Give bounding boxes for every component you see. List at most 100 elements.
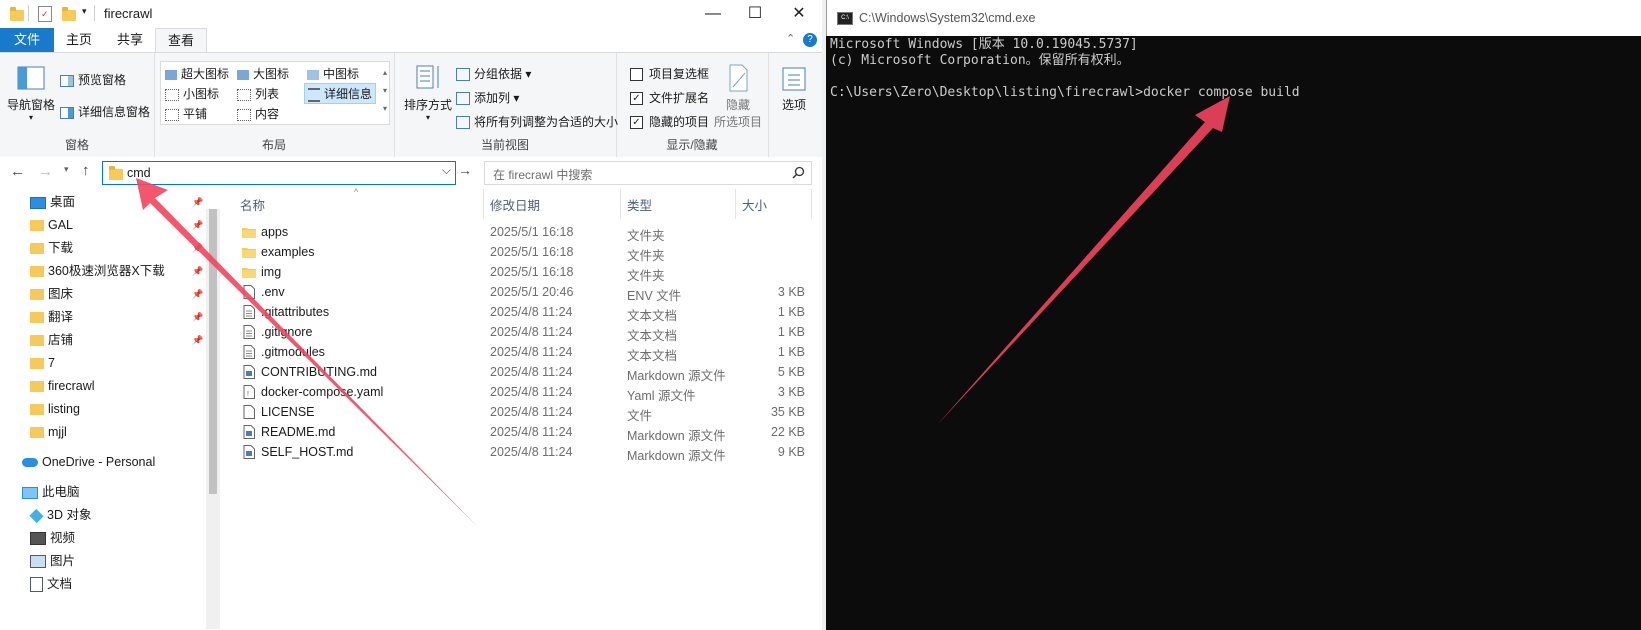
column-header-size[interactable]: 大小: [742, 195, 767, 214]
sidebar-item-videos[interactable]: 视频: [30, 527, 75, 549]
file-extensions-checkbox[interactable]: ✓: [630, 92, 643, 106]
nav-pane-button[interactable]: 导航窗格 ▾: [6, 65, 56, 122]
minimize-button[interactable]: —: [690, 0, 736, 28]
tab-home[interactable]: 主页: [54, 28, 104, 52]
table-row[interactable]: LICENSE 2025/4/8 11:24 文件 35 KB: [220, 402, 822, 423]
column-divider[interactable]: [811, 189, 812, 219]
sidebar-item-gal[interactable]: GAL 📌: [30, 214, 203, 236]
file-modified: 2025/4/8 11:24: [490, 445, 573, 459]
layout-medium-icons[interactable]: 中图标: [307, 65, 359, 82]
layout-list[interactable]: 列表: [237, 85, 279, 102]
tab-view[interactable]: 查看: [155, 28, 208, 53]
sidebar-item-360-downloads[interactable]: 360极速浏览器X下载 📌: [30, 260, 203, 282]
sidebar-item-7[interactable]: 7: [30, 352, 55, 374]
sidebar-item-label: 此电脑: [42, 485, 80, 499]
table-row[interactable]: apps 2025/5/1 16:18 文件夹: [220, 222, 822, 243]
sidebar-item-3d-objects[interactable]: 3D 对象: [29, 504, 91, 526]
table-row[interactable]: .gitattributes 2025/4/8 11:24 文本文档 1 KB: [220, 302, 822, 323]
layout-tiles[interactable]: 平铺: [165, 105, 207, 122]
address-dropdown-icon[interactable]: ⌵: [442, 163, 451, 178]
console-prompt[interactable]: C:\Users\Zero\Desktop\listing\firecrawl>…: [830, 85, 1300, 100]
address-bar[interactable]: cmd ⌵: [102, 161, 456, 185]
column-divider[interactable]: [483, 189, 484, 219]
up-arrow-icon[interactable]: ↑: [82, 162, 90, 179]
forward-arrow-icon[interactable]: →: [38, 163, 53, 180]
sidebar-item-this-pc[interactable]: 此电脑: [22, 481, 80, 503]
pin-icon[interactable]: 📌: [192, 306, 203, 328]
table-row[interactable]: .gitmodules 2025/4/8 11:24 文本文档 1 KB: [220, 342, 822, 363]
scrollbar-thumb[interactable]: [209, 209, 217, 494]
back-arrow-icon[interactable]: ←: [10, 163, 25, 180]
sidebar-item-pictures[interactable]: 图片: [30, 550, 75, 572]
hide-selected-button[interactable]: 隐藏 所选项目: [712, 63, 764, 130]
file-extensions-toggle[interactable]: ✓ 文件扩展名: [630, 89, 709, 106]
go-arrow-icon[interactable]: →: [458, 162, 472, 178]
search-box[interactable]: 在 firecrawl 中搜索: [484, 161, 812, 185]
table-row[interactable]: .env 2025/5/1 20:46 ENV 文件 3 KB: [220, 282, 822, 303]
options-button[interactable]: 选项: [772, 65, 816, 113]
divider: [28, 5, 29, 21]
layout-content[interactable]: 内容: [237, 105, 279, 122]
item-checkboxes-checkbox[interactable]: [630, 68, 643, 82]
file-size: 3 KB: [777, 385, 805, 399]
properties-icon[interactable]: ✓: [38, 6, 52, 22]
table-row[interactable]: ! docker-compose.yaml 2025/4/8 11:24 Yaml 源…: [220, 382, 822, 403]
table-row[interactable]: .gitignore 2025/4/8 11:24 文本文档 1 KB: [220, 322, 822, 343]
tab-share[interactable]: 共享: [105, 28, 155, 52]
pin-icon[interactable]: 📌: [192, 260, 203, 282]
pin-icon[interactable]: 📌: [192, 214, 203, 236]
ribbon-group-layout: 超大图标 大图标 中图标 小图标 列表 详细信息 平铺 内容 ▴ ▾ ▾ 布局: [154, 53, 395, 157]
pin-icon[interactable]: 📌: [192, 329, 203, 351]
preview-pane-button[interactable]: 预览窗格: [60, 71, 126, 88]
hidden-items-toggle[interactable]: ✓ 隐藏的项目: [630, 113, 709, 130]
sidebar-item-translate[interactable]: 翻译 📌: [30, 306, 203, 328]
sidebar-item-image-host[interactable]: 图床 📌: [30, 283, 203, 305]
search-input[interactable]: 在 firecrawl 中搜索: [493, 166, 592, 183]
sidebar-item-firecrawl[interactable]: firecrawl: [30, 375, 95, 397]
pin-icon[interactable]: 📌: [192, 191, 203, 213]
pin-icon[interactable]: 📌: [192, 283, 203, 305]
layout-large-icons[interactable]: 大图标: [237, 65, 289, 82]
layout-xl-icons[interactable]: 超大图标: [165, 65, 229, 82]
sidebar-item-documents[interactable]: 文档: [30, 573, 72, 595]
quick-access-dropdown-icon[interactable]: ▾: [82, 6, 87, 17]
layout-small-icons[interactable]: 小图标: [165, 85, 219, 102]
address-input[interactable]: cmd: [127, 166, 151, 180]
table-row[interactable]: README.md 2025/4/8 11:24 Markdown 源文件 22 KB: [220, 422, 822, 443]
sidebar-item-listing[interactable]: listing: [30, 398, 80, 420]
sidebar-scrollbar[interactable]: [206, 209, 220, 629]
pin-icon[interactable]: 📌: [192, 237, 203, 259]
tab-file[interactable]: 文件: [0, 28, 54, 52]
layout-scroll-icon[interactable]: ▴ ▾ ▾: [383, 64, 387, 118]
close-button[interactable]: ✕: [776, 0, 822, 28]
cmd-console-output[interactable]: Microsoft Windows [版本 10.0.19045.5737] (…: [830, 37, 1300, 101]
group-by-button[interactable]: 分组依据 ▾: [456, 65, 531, 82]
search-icon[interactable]: [792, 166, 805, 179]
sidebar-item-downloads[interactable]: 下载 📌: [30, 237, 203, 259]
column-header-modified[interactable]: 修改日期: [490, 195, 540, 214]
column-divider[interactable]: [735, 189, 736, 219]
size-all-columns-button[interactable]: 将所有列调整为合适的大小: [456, 113, 618, 130]
table-row[interactable]: CONTRIBUTING.md 2025/4/8 11:24 Markdown 源文…: [220, 362, 822, 383]
sort-by-button[interactable]: 排序方式 ▾: [404, 63, 452, 122]
sidebar-item-desktop[interactable]: 桌面 📌: [30, 191, 203, 213]
sidebar-item-onedrive[interactable]: OneDrive - Personal: [22, 451, 155, 473]
maximize-button[interactable]: ☐: [732, 0, 778, 28]
new-folder-icon[interactable]: [62, 7, 76, 21]
help-icon[interactable]: ?: [803, 33, 817, 47]
column-divider[interactable]: [620, 189, 621, 219]
sidebar-item-mjjl[interactable]: mjjl: [30, 421, 67, 443]
table-row[interactable]: examples 2025/5/1 16:18 文件夹: [220, 242, 822, 263]
item-checkboxes-toggle[interactable]: 项目复选框: [630, 65, 709, 82]
add-columns-button[interactable]: 添加列 ▾: [456, 89, 519, 106]
layout-details[interactable]: 详细信息: [304, 83, 377, 104]
sidebar-item-shop[interactable]: 店铺 📌: [30, 329, 203, 351]
column-header-type[interactable]: 类型: [627, 195, 652, 214]
collapse-ribbon-icon[interactable]: ⌃: [786, 32, 795, 45]
hidden-items-checkbox[interactable]: ✓: [630, 116, 643, 130]
column-header-name[interactable]: 名称: [240, 195, 265, 214]
table-row[interactable]: SELF_HOST.md 2025/4/8 11:24 Markdown 源文件 9 …: [220, 442, 822, 463]
details-pane-button[interactable]: 详细信息窗格: [60, 103, 150, 120]
table-row[interactable]: img 2025/5/1 16:18 文件夹: [220, 262, 822, 283]
recent-locations-icon[interactable]: ▾: [64, 164, 69, 175]
